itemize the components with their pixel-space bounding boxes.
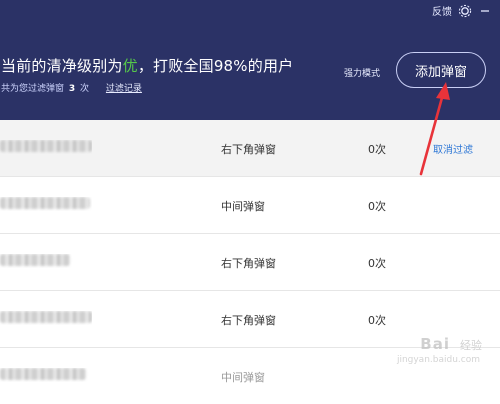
popup-count: 0次 — [368, 257, 386, 270]
popup-type: 中间弹窗 — [221, 200, 265, 213]
popup-type: 右下角弹窗 — [221, 257, 276, 270]
clean-level-status: 当前的清净级别为优，打败全国98%的用户 — [1, 55, 293, 76]
popup-count: 0次 — [368, 200, 386, 213]
status-grade: 优 — [122, 57, 138, 75]
filter-summary: 共为您过滤弹窗 3 次 过滤记录 — [1, 81, 142, 94]
filter-history-link[interactable]: 过滤记录 — [106, 84, 142, 94]
table-row[interactable]: 右下角弹窗 0次 — [0, 234, 500, 291]
popup-type: 右下角弹窗 — [221, 143, 276, 156]
status-prefix: 当前的清净级别为 — [1, 57, 123, 75]
strong-mode-toggle[interactable]: 强力模式 — [344, 66, 380, 79]
blurred-app-name — [0, 140, 92, 154]
filter-summary-prefix: 共为您过滤弹窗 — [1, 84, 65, 94]
popup-type: 右下角弹窗 — [221, 314, 276, 327]
add-popup-button[interactable]: 添加弹窗 — [396, 52, 486, 88]
window-controls: 反馈 — [432, 3, 492, 18]
popup-count: 0次 — [368, 314, 386, 327]
blurred-app-name — [0, 197, 92, 211]
watermark-text: 经验 — [460, 339, 482, 352]
baidu-jingyan-watermark: Bai 经验 jingyan.baidu.com — [376, 327, 494, 367]
watermark-url: jingyan.baidu.com — [396, 355, 480, 365]
filter-count: 3 — [68, 84, 76, 94]
minimize-icon[interactable] — [478, 4, 492, 18]
status-suffix: ，打败全国98%的用户 — [137, 57, 294, 75]
cancel-filter-link[interactable]: 取消过滤 — [433, 141, 473, 156]
blurred-app-name — [0, 368, 92, 382]
feedback-link[interactable]: 反馈 — [432, 3, 452, 18]
watermark-logo: Bai — [420, 335, 450, 353]
popup-type: 中间弹窗 — [221, 371, 265, 384]
filter-count-unit: 次 — [80, 84, 90, 94]
gear-icon[interactable] — [458, 4, 472, 18]
header-banner: 反馈 当前的清净级别为优，打败全国98%的用户 共为您过滤弹窗 3 次 过滤记录… — [0, 0, 500, 120]
blurred-app-name — [0, 311, 92, 325]
table-row[interactable]: 中间弹窗 0次 — [0, 177, 500, 234]
popup-count: 0次 — [368, 143, 386, 156]
blurred-app-name — [0, 254, 92, 268]
table-row[interactable]: 右下角弹窗 0次 取消过滤 — [0, 120, 500, 177]
